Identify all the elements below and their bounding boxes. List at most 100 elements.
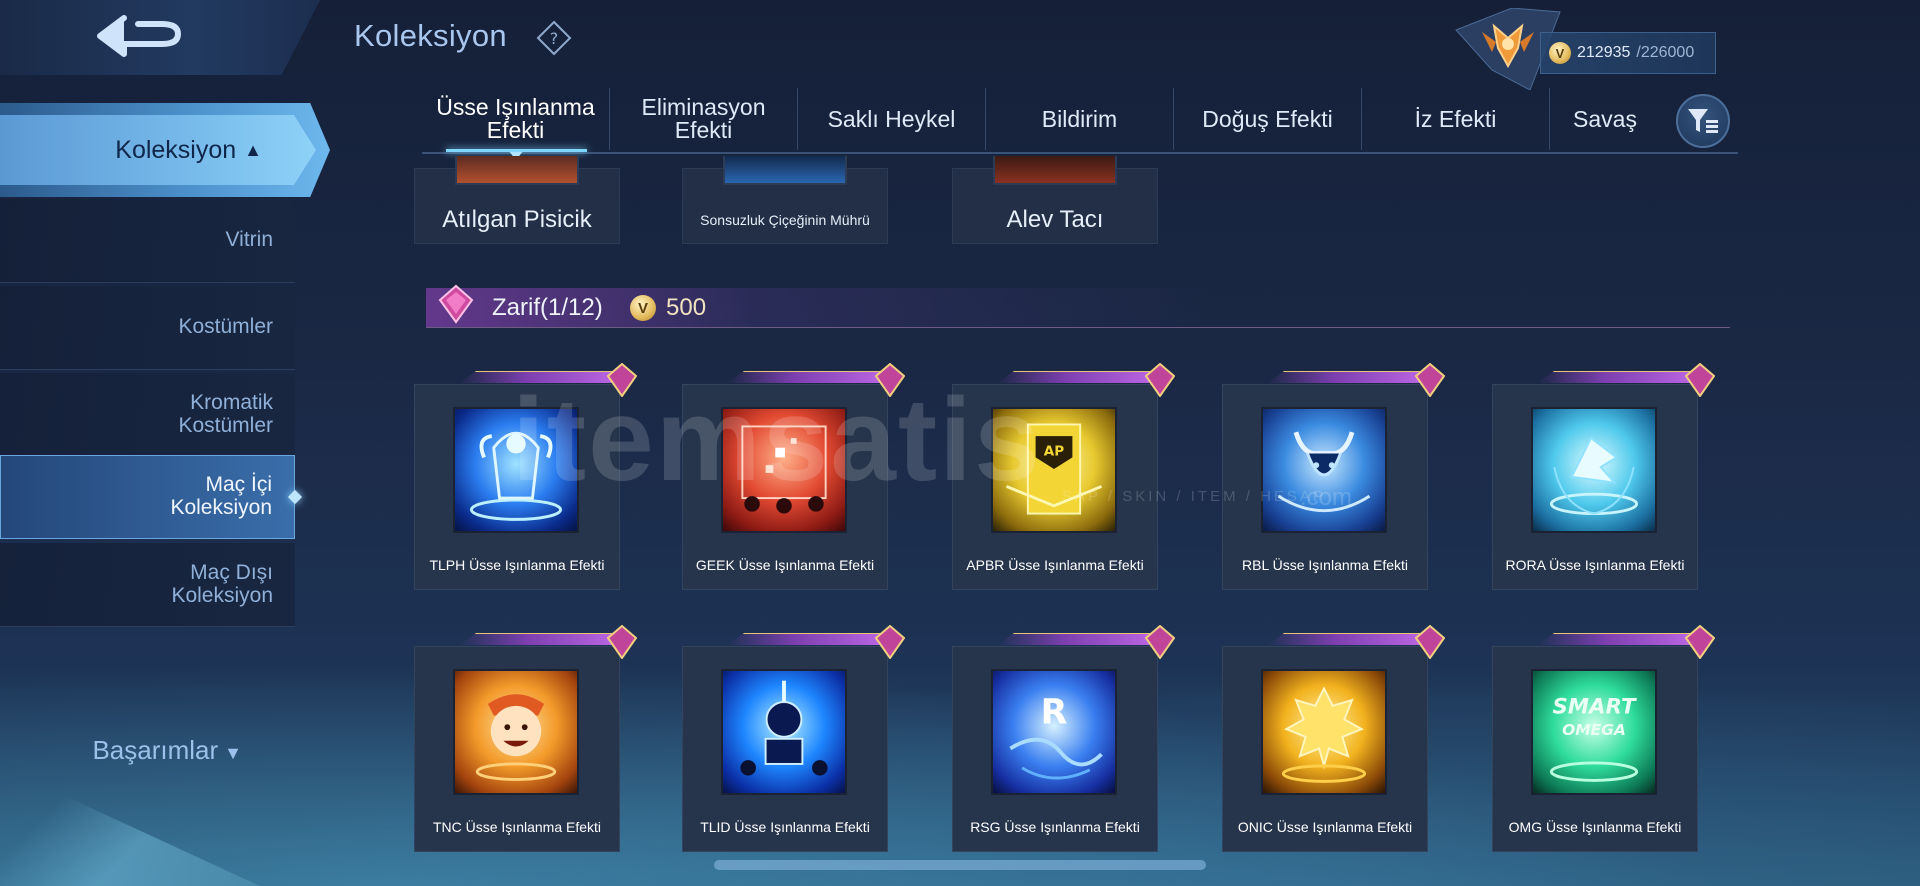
group-name: Zarif(1/12) bbox=[492, 294, 603, 321]
sidebar-item-label: Vitrin bbox=[225, 228, 273, 252]
item-card[interactable]: Alev Tacı bbox=[952, 156, 1158, 244]
effect-thumbnail: SMART OMEGA bbox=[1531, 669, 1657, 795]
tab-label: Eliminasyon Efekti bbox=[641, 94, 766, 143]
tab-eliminasyon-efekti[interactable]: Eliminasyon Efekti bbox=[610, 88, 798, 150]
sidebar-item-mac-disi-koleksiyon[interactable]: Maç Dışı Koleksiyon bbox=[0, 543, 295, 627]
filter-icon bbox=[1688, 109, 1718, 133]
effect-label: OMG Üsse Işınlanma Efekti bbox=[1508, 819, 1682, 835]
effect-label: TLPH Üsse Işınlanma Efekti bbox=[429, 557, 605, 573]
tab-label: Üsse Işınlanma Efekti bbox=[436, 94, 595, 143]
sidebar-item-label: Maç Dışı Koleksiyon bbox=[171, 560, 273, 607]
page-title: Koleksiyon bbox=[354, 18, 507, 53]
item-thumbnail bbox=[455, 156, 579, 185]
rarity-gem-icon bbox=[1145, 625, 1175, 659]
tab-bildirim[interactable]: Bildirim bbox=[986, 88, 1174, 150]
rarity-gem-icon bbox=[875, 625, 905, 659]
rarity-gem-icon bbox=[1415, 363, 1445, 397]
category-tabs: Üsse Işınlanma Efekti Eliminasyon Efekti… bbox=[422, 88, 1738, 160]
item-thumbnail bbox=[723, 156, 847, 185]
filter-button[interactable] bbox=[1676, 94, 1730, 148]
effect-label: RSG Üsse Işınlanma Efekti bbox=[970, 819, 1140, 835]
rarity-ribbon bbox=[459, 633, 629, 645]
tab-label: Savaş bbox=[1573, 105, 1637, 132]
sidebar-item-label: Başarımlar bbox=[92, 735, 219, 765]
selected-indicator-icon bbox=[287, 489, 303, 505]
omg-logo-text-line1: SMART bbox=[1553, 695, 1637, 720]
effect-thumbnail bbox=[1531, 407, 1657, 533]
group-price: 500 bbox=[666, 294, 707, 321]
group-header-band bbox=[426, 288, 1730, 328]
rarity-gem-icon bbox=[1685, 363, 1715, 397]
home-indicator[interactable] bbox=[714, 860, 1206, 870]
effect-thumbnail bbox=[1261, 669, 1387, 795]
rarity-ribbon bbox=[1267, 633, 1437, 645]
sidebar-item-label: Maç İçi Koleksiyon bbox=[170, 473, 272, 519]
rarity-ribbon bbox=[1267, 371, 1437, 383]
omg-logo-text-line2: OMEGA bbox=[1562, 721, 1626, 739]
rarity-ribbon bbox=[997, 633, 1167, 645]
rarity-gem-icon bbox=[438, 284, 474, 324]
effect-card-omg[interactable]: SMART OMEGA OMG Üsse Işınlanma Efekti bbox=[1492, 625, 1715, 852]
currency-current: 212935 bbox=[1577, 44, 1631, 61]
chevron-down-icon: ▼ bbox=[224, 743, 242, 763]
sidebar-item-vitrin[interactable]: Vitrin bbox=[0, 199, 295, 283]
tab-iz-efekti[interactable]: İz Efekti bbox=[1362, 88, 1550, 150]
effect-label: RORA Üsse Işınlanma Efekti bbox=[1505, 557, 1685, 573]
sidebar-item-label: Kromatik Kostümler bbox=[178, 390, 273, 437]
watermark-subtext: SAP / SKIN / ITEM / HESAP bbox=[1062, 488, 1326, 505]
effect-label: APBR Üsse Işınlanma Efekti bbox=[966, 557, 1144, 573]
tab-usse-isinlanma-efekti[interactable]: Üsse Işınlanma Efekti bbox=[422, 88, 610, 160]
tab-label: Bildirim bbox=[1041, 105, 1118, 132]
currency-max: /226000 bbox=[1636, 44, 1695, 61]
effect-label: GEEK Üsse Işınlanma Efekti bbox=[695, 557, 875, 573]
apbr-logo-text: AP bbox=[1044, 443, 1064, 459]
item-label: Atılgan Pisicik bbox=[442, 206, 592, 233]
item-label: Alev Tacı bbox=[1006, 206, 1104, 233]
rarity-gem-icon bbox=[1145, 363, 1175, 397]
svg-text:?: ? bbox=[550, 29, 559, 48]
rarity-gem-icon bbox=[1685, 625, 1715, 659]
back-arrow-icon bbox=[97, 14, 181, 57]
rarity-group-header: Zarif(1/12) V 500 bbox=[426, 284, 1730, 328]
effect-card-tnc[interactable]: TNC Üsse Işınlanma Efekti bbox=[414, 625, 637, 852]
effect-label: TNC Üsse Işınlanma Efekti bbox=[432, 819, 602, 835]
effect-thumbnail bbox=[1261, 407, 1387, 533]
currency-display: V 212935/226000 bbox=[1540, 32, 1716, 74]
tab-label: Doğuş Efekti bbox=[1202, 105, 1333, 132]
item-card[interactable]: Sonsuzluk Çiçeğinin Mührü bbox=[682, 156, 888, 244]
rarity-ribbon bbox=[727, 633, 897, 645]
rsg-logo-text: R bbox=[1041, 692, 1068, 732]
effect-label: RBL Üsse Işınlanma Efekti bbox=[1242, 557, 1408, 573]
effect-thumbnail bbox=[721, 669, 847, 795]
item-label: Sonsuzluk Çiçeğinin Mührü bbox=[700, 212, 870, 228]
tab-sakli-heykel[interactable]: Saklı Heykel bbox=[798, 88, 986, 150]
effect-thumbnail bbox=[453, 669, 579, 795]
sidebar-item-basarimlar[interactable]: Başarımlar ▼ bbox=[0, 735, 300, 766]
effect-label: TLID Üsse Işınlanma Efekti bbox=[700, 819, 870, 835]
tab-label: Saklı Heykel bbox=[827, 105, 956, 132]
item-card[interactable]: Atılgan Pisicik bbox=[414, 156, 620, 244]
effect-label: ONIC Üsse Işınlanma Efekti bbox=[1237, 819, 1413, 835]
coin-icon: V bbox=[630, 295, 656, 321]
sidebar-item-koleksiyon-label-wrap[interactable]: Koleksiyon ▲ bbox=[0, 115, 316, 185]
sidebar-item-kromatik-kostumler[interactable]: Kromatik Kostümler bbox=[0, 373, 295, 457]
sidebar-item-mac-ici-koleksiyon[interactable]: Maç İçi Koleksiyon bbox=[0, 455, 303, 539]
effect-card-tlid[interactable]: TLID Üsse Işınlanma Efekti bbox=[682, 625, 905, 852]
tab-savas[interactable]: Savaş bbox=[1550, 88, 1660, 150]
sidebar-item-kostumler[interactable]: Kostümler bbox=[0, 286, 295, 370]
rarity-ribbon bbox=[1537, 633, 1707, 645]
effect-card-rsg[interactable]: R RSG Üsse Işınlanma Efekti bbox=[952, 625, 1175, 852]
item-thumbnail bbox=[993, 156, 1117, 185]
effect-thumbnail: R bbox=[991, 669, 1117, 795]
effect-card-onic[interactable]: ONIC Üsse Işınlanma Efekti bbox=[1222, 625, 1445, 852]
sidebar-item-label: Kostümler bbox=[178, 315, 273, 339]
watermark-domain: .com bbox=[1300, 484, 1353, 511]
help-icon[interactable]: ? bbox=[536, 20, 572, 56]
effect-card-rora[interactable]: RORA Üsse Işınlanma Efekti bbox=[1492, 363, 1715, 590]
tab-dogus-efekti[interactable]: Doğuş Efekti bbox=[1174, 88, 1362, 150]
rarity-gem-icon bbox=[1415, 625, 1445, 659]
watermark-text: itemsatis bbox=[512, 374, 1042, 506]
back-button[interactable] bbox=[0, 0, 320, 75]
sidebar-item-label: Koleksiyon bbox=[115, 135, 237, 164]
tab-label: İz Efekti bbox=[1414, 105, 1497, 132]
